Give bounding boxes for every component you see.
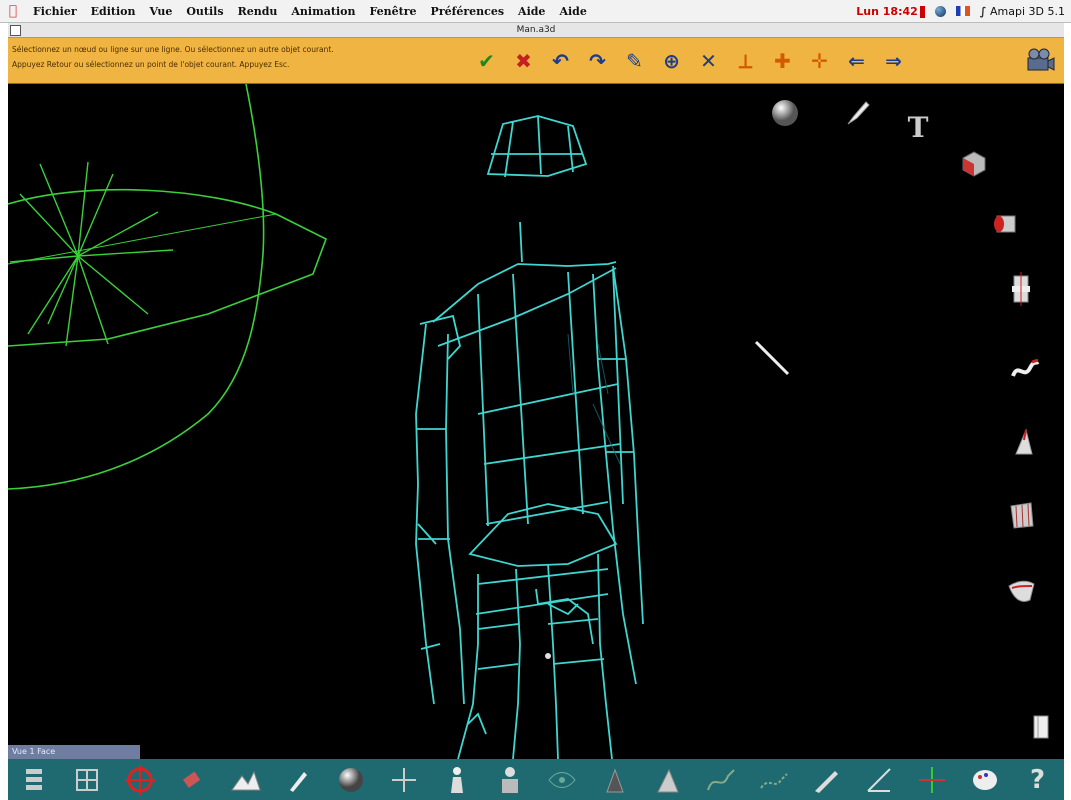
- move-icon[interactable]: [385, 763, 423, 797]
- undo-icon[interactable]: ↶: [542, 44, 579, 78]
- palette-icon[interactable]: [966, 763, 1004, 797]
- menu-bar:  Fichier Edition Vue Outils Rendu Anima…: [0, 0, 1071, 23]
- sphere-icon[interactable]: [768, 96, 802, 130]
- window-title-bar[interactable]: Man.a3d: [8, 23, 1064, 38]
- crosshair-icon[interactable]: [913, 763, 951, 797]
- light-object: [8, 84, 327, 490]
- menu-aide[interactable]: Aide: [511, 5, 552, 18]
- apple-icon[interactable]: : [0, 3, 26, 19]
- layers-icon[interactable]: [15, 763, 53, 797]
- 3d-viewport[interactable]: T Vue 1 Face: [8, 84, 1064, 759]
- clock: Lun 18:42: [856, 4, 918, 18]
- globe-icon[interactable]: [934, 5, 946, 17]
- pyramid-icon[interactable]: [649, 763, 687, 797]
- menu-aide-2[interactable]: Aide: [552, 5, 593, 18]
- eye-icon[interactable]: [543, 763, 581, 797]
- humanoid-wireframe: [415, 115, 644, 759]
- tool-buttons: ✔ ✖ ↶ ↷ ✎ ⊕ ✕ ⟂ ✚ ✛ ⇐ ⇒: [468, 44, 912, 78]
- surface-icon[interactable]: [1004, 498, 1038, 532]
- menu-outils[interactable]: Outils: [179, 5, 230, 18]
- menu-vue[interactable]: Vue: [143, 5, 180, 18]
- box-icon[interactable]: [956, 146, 990, 180]
- prompt-area: Sélectionnez un nœud ou ligne sur une li…: [12, 42, 452, 72]
- eraser-icon[interactable]: [174, 763, 212, 797]
- wireframe-scene[interactable]: [8, 84, 1064, 759]
- validate-icon[interactable]: ✔: [468, 44, 505, 78]
- view-status: Vue 1 Face: [8, 745, 140, 759]
- help-icon[interactable]: ?: [1019, 763, 1057, 797]
- camera-icon[interactable]: [1022, 44, 1058, 78]
- figure-icon[interactable]: [491, 763, 529, 797]
- menu-fenetre[interactable]: Fenêtre: [362, 5, 423, 18]
- close-box-icon[interactable]: [10, 25, 21, 36]
- back-icon[interactable]: ⇐: [838, 44, 875, 78]
- center-icon[interactable]: ✛: [801, 44, 838, 78]
- triangle-icon[interactable]: [860, 763, 898, 797]
- menu-bar-extras: Lun 18:42 ∫ Amapi 3D 5.1: [856, 0, 1065, 22]
- text-icon[interactable]: T: [901, 110, 935, 144]
- cone-icon[interactable]: [1006, 424, 1040, 458]
- person-icon[interactable]: [438, 763, 476, 797]
- curve-icon[interactable]: [1008, 352, 1042, 386]
- axis-icon[interactable]: ⟂: [727, 44, 764, 78]
- menu-preferences[interactable]: Préférences: [424, 5, 511, 18]
- menu-rendu[interactable]: Rendu: [231, 5, 285, 18]
- forward-icon[interactable]: ⇒: [875, 44, 912, 78]
- lathe-icon[interactable]: [1004, 272, 1038, 306]
- brush-icon[interactable]: [279, 763, 317, 797]
- rotate-icon[interactable]: ⊕: [653, 44, 690, 78]
- top-toolbar: Sélectionnez un nœud ou ligne sur une li…: [8, 38, 1064, 84]
- scale-icon[interactable]: ✕: [690, 44, 727, 78]
- prompt-line-1: Sélectionnez un nœud ou ligne sur une li…: [12, 45, 334, 54]
- book-icon[interactable]: [1024, 710, 1058, 744]
- menu-edition[interactable]: Edition: [84, 5, 143, 18]
- spline-icon[interactable]: [702, 763, 740, 797]
- battery-icon: [919, 5, 925, 18]
- redo-icon[interactable]: ↷: [579, 44, 616, 78]
- keyboard-flag-icon[interactable]: [955, 6, 970, 16]
- mountain-icon[interactable]: [227, 763, 265, 797]
- wave-icon[interactable]: [755, 763, 793, 797]
- window-title: Man.a3d: [516, 25, 556, 35]
- prompt-line-2: Appuyez Retour ou sélectionnez un point …: [12, 60, 290, 69]
- app-name: Amapi 3D 5.1: [990, 4, 1065, 18]
- cylinder-icon[interactable]: [988, 206, 1022, 240]
- cone-icon-2[interactable]: [596, 763, 634, 797]
- menu-animation[interactable]: Animation: [284, 5, 362, 18]
- wrench-icon[interactable]: [807, 763, 845, 797]
- shell-icon[interactable]: [1004, 574, 1038, 608]
- menu-fichier[interactable]: Fichier: [26, 5, 84, 18]
- grid-icon[interactable]: [68, 763, 106, 797]
- app-menu[interactable]: ∫ Amapi 3D 5.1: [980, 5, 1065, 18]
- sphere-icon-2[interactable]: [332, 763, 370, 797]
- pen-icon[interactable]: [840, 96, 874, 130]
- target-icon[interactable]: [121, 763, 159, 797]
- cancel-icon[interactable]: ✖: [505, 44, 542, 78]
- bottom-palette: ?: [8, 759, 1064, 800]
- pick-icon[interactable]: ✎: [616, 44, 653, 78]
- pivot-icon[interactable]: ✚: [764, 44, 801, 78]
